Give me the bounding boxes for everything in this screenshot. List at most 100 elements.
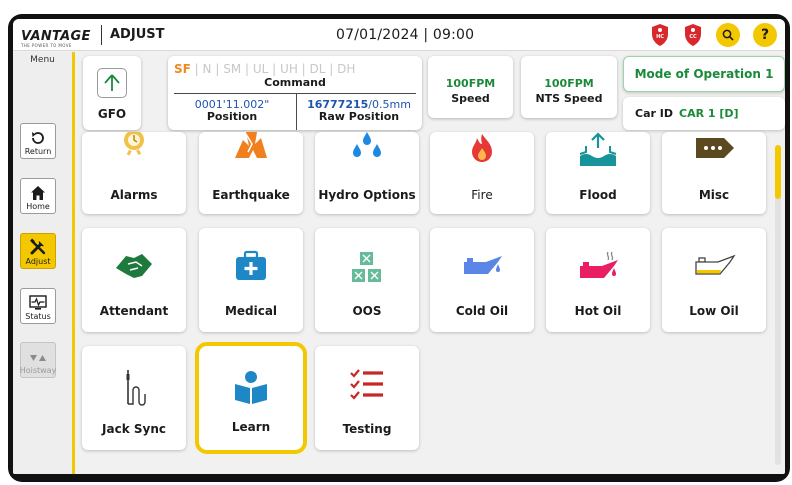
sidebar-item-label: Adjust xyxy=(25,257,51,266)
tile-label: Cold Oil xyxy=(455,304,509,318)
command-states: SF | N | SM | UL | UH | DL | DH xyxy=(174,62,356,76)
tile-label: Misc xyxy=(698,188,730,202)
return-icon xyxy=(32,132,44,144)
frame: VANTAGE THE POWER TO MOVE ADJUST 07/01/2… xyxy=(0,0,792,485)
command-card: SF | N | SM | UL | UH | DL | DH Command … xyxy=(168,56,422,130)
tile-earthquake[interactable]: Earthquake xyxy=(199,132,303,214)
hot-oil-can-icon xyxy=(546,250,650,286)
car-id-label: Car ID xyxy=(635,107,673,120)
nts-speed-card: 100FPM NTS Speed xyxy=(521,56,617,118)
status-icon xyxy=(29,295,47,310)
tools-icon xyxy=(30,238,46,255)
speed-card: 100FPM Speed xyxy=(428,56,513,118)
sidebar-item-adjust[interactable]: Adjust xyxy=(20,233,56,269)
tile-label: Testing xyxy=(342,422,392,436)
jack-sync-icon xyxy=(82,368,186,408)
more-tag-icon xyxy=(662,132,766,162)
tile-testing[interactable]: Testing xyxy=(315,346,419,450)
water-drops-icon xyxy=(315,132,419,162)
sidebar-item-status[interactable]: Status xyxy=(20,288,56,324)
help-icon: ? xyxy=(760,27,770,43)
earthquake-icon xyxy=(199,132,303,160)
tile-label: Low Oil xyxy=(689,304,739,318)
handshake-icon xyxy=(82,250,186,282)
tile-label: Attendant xyxy=(99,304,169,318)
tile-label: Flood xyxy=(579,188,617,202)
search-icon xyxy=(722,29,734,41)
cc-shield-icon[interactable]: CC xyxy=(683,23,703,47)
tile-medical[interactable]: Medical xyxy=(199,228,303,332)
date-time: 07/01/2024 | 09:00 xyxy=(336,27,475,43)
arrow-up-icon xyxy=(104,74,120,91)
top-bar: VANTAGE THE POWER TO MOVE ADJUST 07/01/2… xyxy=(13,19,785,51)
divider xyxy=(101,25,102,45)
tile-label: Fire xyxy=(471,188,493,202)
state-dl: DL xyxy=(309,62,326,76)
scrollbar-thumb[interactable] xyxy=(775,145,781,199)
flood-icon xyxy=(546,132,650,168)
logo-word: VANTAGE xyxy=(21,29,91,44)
tile-learn[interactable]: Learn xyxy=(195,342,307,454)
tile-low-oil[interactable]: Low Oil xyxy=(662,228,766,332)
tile-label: Alarms xyxy=(110,188,158,202)
tile-cold-oil[interactable]: Cold Oil xyxy=(430,228,534,332)
sidebar-item-label: Status xyxy=(25,312,51,321)
sidebar-item-hoistway[interactable]: Hoistway xyxy=(20,342,56,378)
top-icons: HC CC ? xyxy=(650,23,777,47)
car-id-value: CAR 1 [D] xyxy=(679,107,739,120)
speed-label: Speed xyxy=(451,92,490,105)
tile-flood[interactable]: Flood xyxy=(546,132,650,214)
tile-hydro-options[interactable]: Hydro Options xyxy=(315,132,419,214)
menu-label: Menu xyxy=(30,55,55,65)
sidebar-item-home[interactable]: Home xyxy=(20,178,56,214)
sidebar-item-return[interactable]: Return xyxy=(20,123,56,159)
tile-fire[interactable]: Fire xyxy=(430,132,534,214)
medical-kit-icon xyxy=(199,250,303,282)
tile-label: Medical xyxy=(224,304,278,318)
nts-speed-label: NTS Speed xyxy=(535,92,603,105)
hoistway-icon xyxy=(30,355,46,361)
tile-label: OOS xyxy=(352,304,382,318)
tile-label: Learn xyxy=(231,420,271,434)
nts-speed-value: 100FPM xyxy=(544,77,594,90)
checklist-icon xyxy=(315,368,419,402)
speed-value: 100FPM xyxy=(445,77,496,90)
help-button[interactable]: ? xyxy=(753,23,777,47)
tile-label: Earthquake xyxy=(212,188,290,202)
raw-position-label: Raw Position xyxy=(318,110,400,123)
mode-label: Mode of Operation 1 xyxy=(634,67,774,81)
tile-label: Jack Sync xyxy=(102,422,166,436)
screen: VANTAGE THE POWER TO MOVE ADJUST 07/01/2… xyxy=(13,19,785,474)
hc-label: HC xyxy=(656,34,664,40)
search-button[interactable] xyxy=(716,23,740,47)
page-title: ADJUST xyxy=(110,27,165,42)
cold-oil-can-icon xyxy=(430,250,534,282)
tile-jack-sync[interactable]: Jack Sync xyxy=(82,346,186,450)
tile-alarms[interactable]: Alarms xyxy=(82,132,186,214)
sidebar-item-label: Hoistway xyxy=(19,366,57,375)
state-sm: SM xyxy=(223,62,242,76)
gfo-card[interactable]: GFO xyxy=(83,56,141,130)
vantage-logo: VANTAGE THE POWER TO MOVE xyxy=(21,25,99,48)
tile-attendant[interactable]: Attendant xyxy=(82,228,186,332)
tile-oos[interactable]: OOS xyxy=(315,228,419,332)
mode-of-operation[interactable]: Mode of Operation 1 xyxy=(623,56,785,92)
tile-hot-oil[interactable]: Hot Oil xyxy=(546,228,650,332)
hc-shield-icon[interactable]: HC xyxy=(650,23,670,47)
tile-label: Hydro Options xyxy=(318,188,416,202)
fire-icon xyxy=(430,132,534,164)
tile-misc[interactable]: Misc xyxy=(662,132,766,214)
sidebar: Menu Return Home Adjust Status Hoistway xyxy=(13,52,75,474)
alarm-clock-icon xyxy=(82,132,186,158)
cc-label: CC xyxy=(689,34,697,40)
position-label: Position xyxy=(206,110,258,123)
gfo-arrow xyxy=(97,68,127,98)
tile-label: Hot Oil xyxy=(574,304,622,318)
command-title: Command xyxy=(264,76,326,89)
reader-icon xyxy=(199,370,303,406)
out-of-service-icon xyxy=(315,250,419,286)
low-oil-can-icon xyxy=(662,250,766,282)
home-icon xyxy=(31,186,45,200)
state-n: N xyxy=(202,62,212,76)
sidebar-item-label: Home xyxy=(26,202,50,211)
